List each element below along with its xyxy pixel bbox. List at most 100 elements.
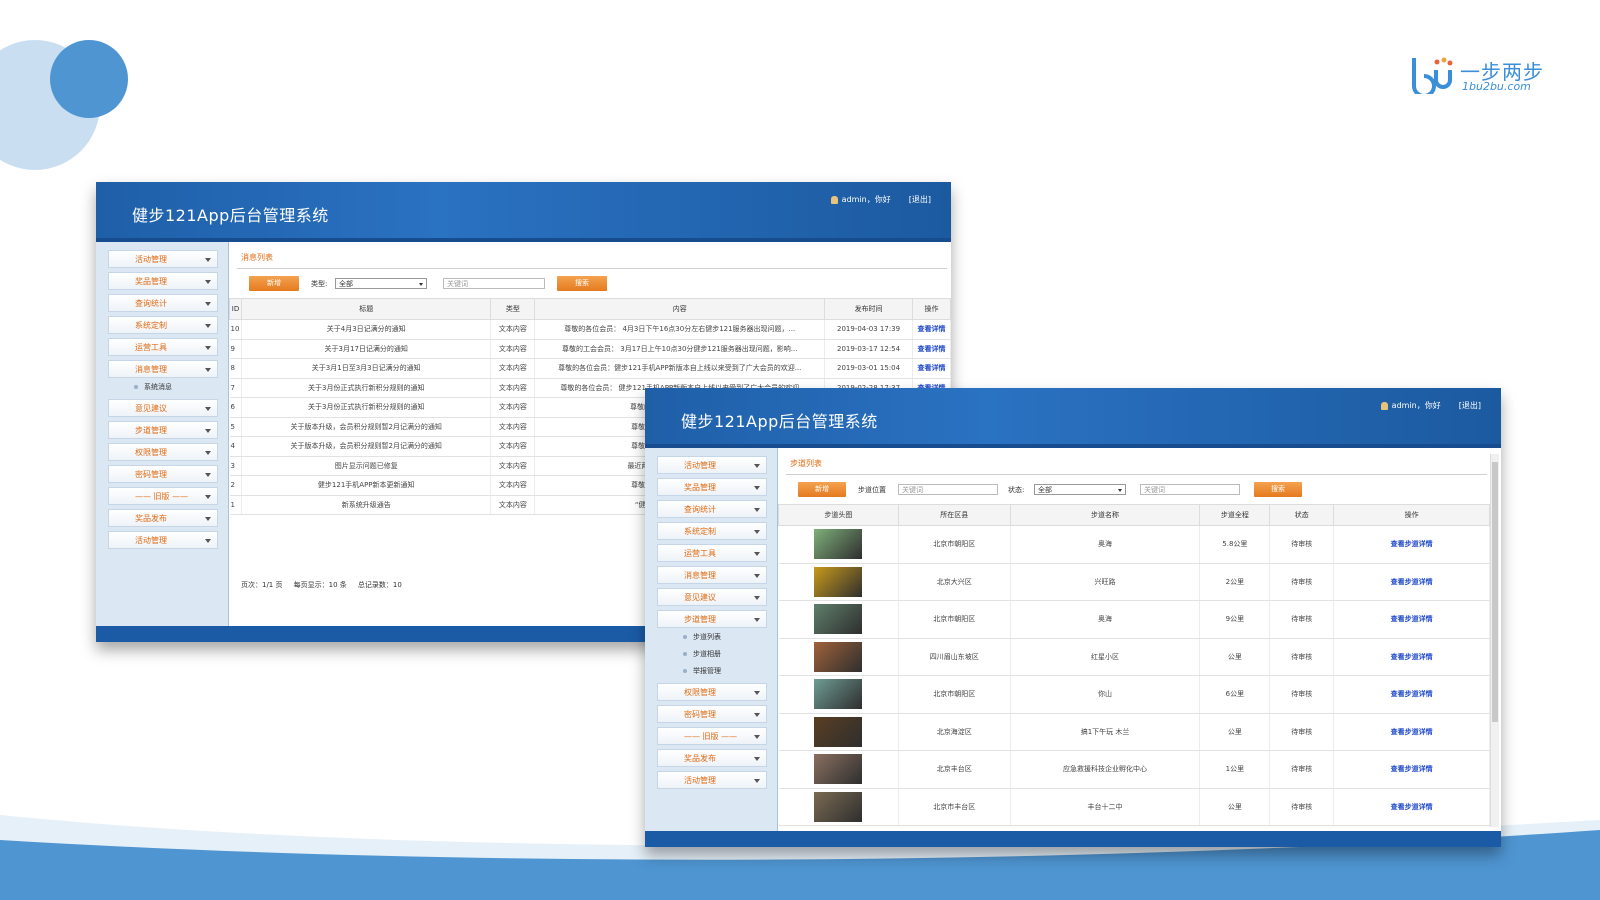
cell-id: 5 xyxy=(229,417,242,437)
chevron-down-icon xyxy=(205,517,211,521)
trees-thumbnail[interactable] xyxy=(814,791,863,822)
cell-image xyxy=(778,600,899,639)
cell-action[interactable]: 查看步道详情 xyxy=(1333,638,1490,676)
column-header: 发布时间 xyxy=(824,298,913,320)
sidebar-item[interactable]: 运营工具 xyxy=(657,544,767,562)
cell-type: 文本内容 xyxy=(490,417,536,437)
cell-name: 兴旺路 xyxy=(1010,563,1201,601)
sidebar-item[interactable]: —— 旧版 —— xyxy=(657,727,767,745)
cell-id: 2 xyxy=(229,475,242,496)
cell-action[interactable]: 查看步道详情 xyxy=(1333,600,1490,639)
sidebar-item[interactable]: 系统定制 xyxy=(108,316,218,334)
aerial-thumbnail[interactable] xyxy=(814,604,863,635)
cell-length: 6公里 xyxy=(1199,675,1271,714)
app-title: 健步121App后台管理系统 xyxy=(132,206,329,225)
sidebar-item[interactable]: 消息管理 xyxy=(108,360,218,378)
cell-district: 北京市朝阳区 xyxy=(898,525,1011,564)
sidebar-item[interactable]: 意见建议 xyxy=(108,399,218,417)
cell-content: 尊敬的各位会员： 4月3日下午16点30分左右健步121服务器出现问题，... xyxy=(534,319,826,340)
sidebar-item[interactable]: 活动管理 xyxy=(108,250,218,268)
cell-id: 7 xyxy=(229,378,242,398)
user-icon xyxy=(1380,401,1388,410)
cell-length: 公里 xyxy=(1199,638,1271,676)
cell-action[interactable]: 查看详情 xyxy=(912,319,951,340)
sidebar-item[interactable]: 步道管理 xyxy=(108,421,218,439)
cell-length: 公里 xyxy=(1199,713,1271,751)
sidebar-item[interactable]: 奖品管理 xyxy=(108,272,218,290)
cell-type: 文本内容 xyxy=(490,475,536,496)
night-thumbnail[interactable] xyxy=(814,716,863,747)
cell-action[interactable]: 查看步道详情 xyxy=(1333,750,1490,789)
logout-link[interactable]: [退出] xyxy=(909,195,931,204)
cell-status: 待审核 xyxy=(1269,675,1335,714)
scrollbar-thumb[interactable] xyxy=(1492,462,1498,722)
table-row: 北京丰台区 应急救援科技企业孵化中心 1公里 待审核 查看步道详情 xyxy=(778,750,1490,789)
vertical-scrollbar[interactable] xyxy=(1490,454,1499,827)
sidebar-item[interactable]: 活动管理 xyxy=(108,531,218,549)
cell-name: 红星小区 xyxy=(1010,638,1201,676)
keyword-input[interactable]: 关键词 xyxy=(1140,484,1240,495)
sidebar-subitem[interactable]: 步道相册 xyxy=(683,647,777,662)
sidebar-item[interactable]: 活动管理 xyxy=(657,456,767,474)
cell-content: 尊敬的各位会员：健步121手机APP新版本自上线以来受到了广大会员的欢迎... xyxy=(534,358,826,379)
sidebar-item[interactable]: 权限管理 xyxy=(108,443,218,461)
cell-type: 文本内容 xyxy=(490,378,536,398)
sidebar-item[interactable]: 意见建议 xyxy=(657,588,767,606)
cell-title: 关于3月份正式执行新积分规则的通知 xyxy=(241,397,492,418)
add-button[interactable]: 新增 xyxy=(249,276,299,291)
search-button[interactable]: 搜索 xyxy=(557,276,607,291)
map-route-thumbnail[interactable] xyxy=(814,529,863,560)
cell-action[interactable]: 查看步道详情 xyxy=(1333,525,1490,564)
cell-action[interactable]: 查看步道详情 xyxy=(1333,675,1490,714)
location-input[interactable]: 关键词 xyxy=(898,484,998,495)
sidebar-item[interactable]: 活动管理 xyxy=(657,771,767,789)
search-button[interactable]: 搜索 xyxy=(1254,482,1302,497)
cell-action[interactable]: 查看详情 xyxy=(912,339,951,359)
chevron-down-icon xyxy=(754,508,760,512)
cell-type: 文本内容 xyxy=(490,397,536,418)
park-map-thumbnail[interactable] xyxy=(814,679,863,710)
bullet-icon xyxy=(134,385,138,389)
status-select[interactable]: 全部 xyxy=(1034,484,1126,495)
cell-type: 文本内容 xyxy=(490,319,536,340)
sidebar-item[interactable]: —— 旧版 —— xyxy=(108,487,218,505)
sidebar-subitem[interactable]: 系统消息 xyxy=(134,380,228,395)
sidebar-item[interactable]: 奖品管理 xyxy=(657,478,767,496)
sidebar-item[interactable]: 奖品发布 xyxy=(657,749,767,767)
add-button[interactable]: 新增 xyxy=(798,482,846,497)
chevron-down-icon xyxy=(205,429,211,433)
flower-thumbnail[interactable] xyxy=(814,566,863,597)
sidebar-item[interactable]: 权限管理 xyxy=(657,683,767,701)
cell-time: 2019-03-01 15:04 xyxy=(824,358,913,379)
column-header: 内容 xyxy=(534,298,826,320)
trail-table: 步道头图 所在区县 步道名称 步道全程 状态 操作 北京市朝阳区 奥海 5.8公里待… xyxy=(778,504,1490,826)
chevron-down-icon xyxy=(754,530,760,534)
sidebar-item[interactable]: 查询统计 xyxy=(108,294,218,312)
cell-name: 搞1下午玩 木兰 xyxy=(1010,713,1201,751)
sidebar-item[interactable]: 系统定制 xyxy=(657,522,767,540)
keyword-input[interactable]: 关键词 xyxy=(443,278,545,289)
sidebar-item[interactable]: 步道管理 xyxy=(657,610,767,628)
brand-url: 1bu2bu.com xyxy=(1462,80,1531,93)
logout-link[interactable]: [退出] xyxy=(1459,401,1481,410)
type-select[interactable]: 全部 xyxy=(335,278,427,289)
sidebar-item[interactable]: 奖品发布 xyxy=(108,509,218,527)
cell-district: 北京市丰台区 xyxy=(898,788,1011,826)
cell-action[interactable]: 查看详情 xyxy=(912,358,951,379)
sidebar-item[interactable]: 查询统计 xyxy=(657,500,767,518)
sidebar-subitem[interactable]: 步道列表 xyxy=(683,630,777,645)
cell-action[interactable]: 查看步道详情 xyxy=(1333,713,1490,751)
track-thumbnail[interactable] xyxy=(814,754,863,785)
sidebar-item[interactable]: 密码管理 xyxy=(657,705,767,723)
cell-action[interactable]: 查看步道详情 xyxy=(1333,563,1490,601)
chevron-down-icon xyxy=(754,552,760,556)
cell-status: 待审核 xyxy=(1269,638,1335,676)
cell-district: 北京市朝阳区 xyxy=(898,675,1011,714)
cell-type: 文本内容 xyxy=(490,358,536,379)
sidebar-item[interactable]: 消息管理 xyxy=(657,566,767,584)
cell-action[interactable]: 查看步道详情 xyxy=(1333,788,1490,826)
sidebar-subitem[interactable]: 举报管理 xyxy=(683,664,777,679)
sidebar-item[interactable]: 密码管理 xyxy=(108,465,218,483)
autumn-thumbnail[interactable] xyxy=(814,641,863,672)
sidebar-item[interactable]: 运营工具 xyxy=(108,338,218,356)
